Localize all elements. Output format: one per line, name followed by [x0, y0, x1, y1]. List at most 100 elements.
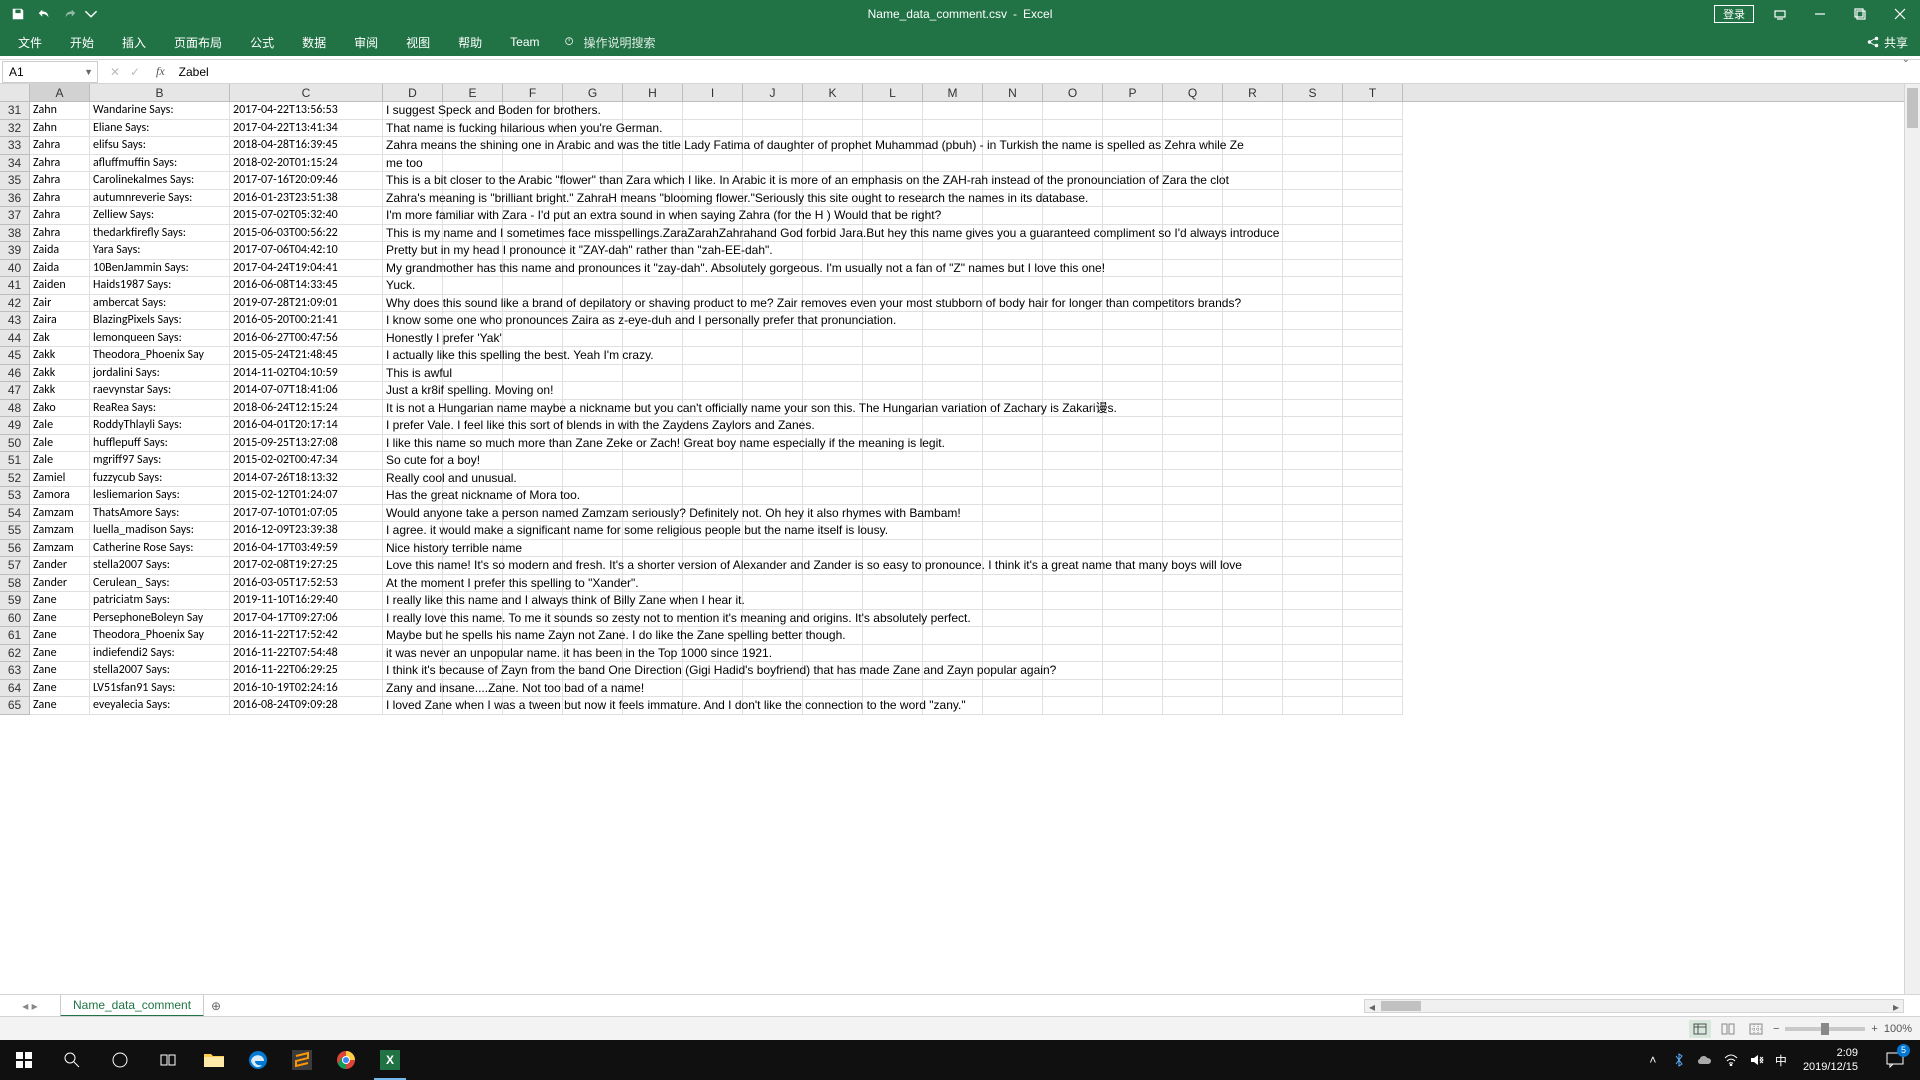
cell[interactable] — [1163, 400, 1223, 418]
column-header[interactable]: B — [90, 84, 230, 101]
cell[interactable] — [503, 277, 563, 295]
cell[interactable] — [503, 330, 563, 348]
cell[interactable] — [623, 365, 683, 383]
cell[interactable]: lemonqueen Says: — [90, 330, 230, 348]
cell[interactable] — [1103, 155, 1163, 173]
cell[interactable] — [1343, 435, 1403, 453]
cell[interactable] — [863, 277, 923, 295]
column-header[interactable]: R — [1223, 84, 1283, 101]
cell[interactable] — [1103, 487, 1163, 505]
cell[interactable] — [1043, 610, 1103, 628]
cell[interactable] — [1103, 260, 1163, 278]
cell[interactable] — [1103, 505, 1163, 523]
cell[interactable] — [983, 645, 1043, 663]
cell[interactable] — [983, 330, 1043, 348]
cell[interactable] — [1163, 347, 1223, 365]
cell[interactable]: lesliemarion Says: — [90, 487, 230, 505]
cell[interactable]: Theodora_Phoenix Say — [90, 627, 230, 645]
column-header[interactable]: A — [30, 84, 90, 101]
row-header[interactable]: 47 — [0, 382, 30, 400]
cell[interactable] — [1043, 207, 1103, 225]
cell[interactable] — [1283, 697, 1343, 715]
cell[interactable] — [983, 155, 1043, 173]
cell[interactable] — [683, 120, 743, 138]
cell[interactable] — [1043, 592, 1103, 610]
cell[interactable]: Zamzam — [30, 505, 90, 523]
cell[interactable] — [983, 540, 1043, 558]
cell[interactable] — [923, 312, 983, 330]
cell[interactable] — [1163, 592, 1223, 610]
cell[interactable] — [1103, 102, 1163, 120]
cell[interactable] — [1343, 102, 1403, 120]
cell[interactable] — [1103, 627, 1163, 645]
cell[interactable] — [983, 592, 1043, 610]
cell[interactable] — [1103, 417, 1163, 435]
horizontal-scrollbar[interactable]: ◂ ▸ — [1364, 999, 1904, 1013]
column-header[interactable]: N — [983, 84, 1043, 101]
cell[interactable] — [623, 277, 683, 295]
cell[interactable]: I agree. it would make a significant nam… — [383, 522, 443, 540]
vertical-scrollbar[interactable] — [1904, 84, 1920, 994]
cell[interactable] — [1343, 400, 1403, 418]
cell[interactable]: 2017-07-06T04:42:10 — [230, 242, 383, 260]
cell[interactable]: ReaRea Says: — [90, 400, 230, 418]
cell[interactable]: 2016-01-23T23:51:38 — [230, 190, 383, 208]
cell[interactable] — [623, 452, 683, 470]
cell[interactable] — [1283, 120, 1343, 138]
cell[interactable] — [1043, 680, 1103, 698]
cell[interactable]: 2019-11-10T16:29:40 — [230, 592, 383, 610]
cell[interactable] — [683, 382, 743, 400]
cell[interactable] — [1163, 190, 1223, 208]
cell[interactable] — [923, 382, 983, 400]
row-header[interactable]: 51 — [0, 452, 30, 470]
cell[interactable] — [1163, 242, 1223, 260]
cell[interactable] — [1343, 207, 1403, 225]
cell[interactable] — [683, 680, 743, 698]
cell[interactable] — [1163, 102, 1223, 120]
cell[interactable]: This is awful — [383, 365, 443, 383]
cell[interactable] — [1163, 540, 1223, 558]
cell[interactable] — [1163, 645, 1223, 663]
cell[interactable]: Love this name! It's so modern and fresh… — [383, 557, 443, 575]
cell[interactable]: Zane — [30, 610, 90, 628]
row-header[interactable]: 32 — [0, 120, 30, 138]
cell[interactable] — [683, 575, 743, 593]
column-header[interactable]: P — [1103, 84, 1163, 101]
cell[interactable] — [923, 487, 983, 505]
cell[interactable] — [863, 487, 923, 505]
cell[interactable] — [1283, 382, 1343, 400]
cell[interactable]: Zander — [30, 575, 90, 593]
cell[interactable]: 2016-10-19T02:24:16 — [230, 680, 383, 698]
cell[interactable]: 2016-12-09T23:39:38 — [230, 522, 383, 540]
column-header[interactable]: L — [863, 84, 923, 101]
cell[interactable] — [983, 452, 1043, 470]
cell[interactable]: 2016-04-01T20:17:14 — [230, 417, 383, 435]
cell[interactable]: Zahn — [30, 102, 90, 120]
close-button[interactable] — [1880, 0, 1920, 28]
cell[interactable]: Zakk — [30, 365, 90, 383]
cell[interactable] — [1103, 120, 1163, 138]
cell[interactable] — [1283, 242, 1343, 260]
minimize-button[interactable] — [1800, 0, 1840, 28]
tab-data[interactable]: 数据 — [288, 28, 340, 56]
cell[interactable] — [1283, 260, 1343, 278]
formula-cancel-button[interactable]: ✕ — [106, 65, 124, 79]
cell[interactable]: This is a bit closer to the Arabic "flow… — [383, 172, 443, 190]
formula-bar-input[interactable] — [171, 61, 1920, 83]
cell[interactable]: 2016-05-20T00:21:41 — [230, 312, 383, 330]
cell[interactable] — [1163, 610, 1223, 628]
cell[interactable] — [983, 575, 1043, 593]
cell[interactable] — [1223, 540, 1283, 558]
wifi-icon[interactable] — [1723, 1052, 1739, 1068]
add-sheet-button[interactable]: ⊕ — [204, 999, 228, 1013]
name-box[interactable]: A1▼ — [2, 61, 98, 83]
cell[interactable]: thedarkfirefly Says: — [90, 225, 230, 243]
cell[interactable]: indiefendi2 Says: — [90, 645, 230, 663]
cell[interactable] — [923, 452, 983, 470]
cell[interactable] — [803, 120, 863, 138]
cell[interactable] — [923, 347, 983, 365]
cell[interactable] — [1163, 382, 1223, 400]
fx-icon[interactable]: fx — [156, 64, 165, 79]
cell[interactable] — [923, 627, 983, 645]
cell[interactable] — [743, 452, 803, 470]
